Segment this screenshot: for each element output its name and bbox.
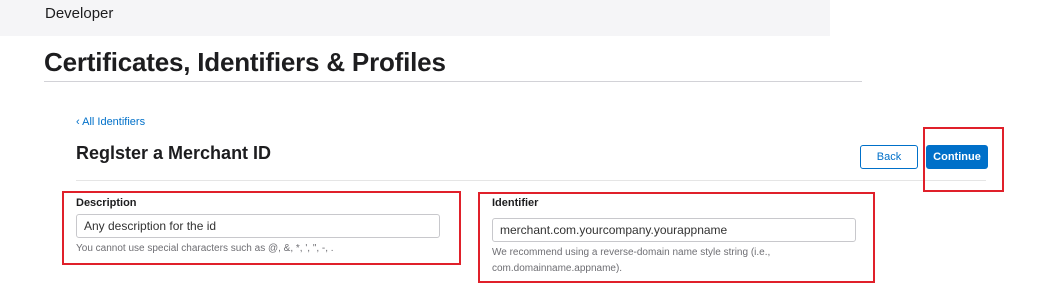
page-title: Certificates, Identifiers & Profiles [44,47,446,77]
global-nav-bar: Developer [0,0,830,36]
brand-label: Developer [45,5,114,22]
developer-home-link[interactable]: Developer [43,5,113,22]
description-help-text: You cannot use special characters such a… [76,243,334,254]
description-input[interactable] [76,214,440,238]
title-divider [44,81,862,82]
section-divider [76,180,986,181]
identifier-label: Identifier [492,197,539,209]
identifier-help-line-2: com.domainname.appname). [492,263,623,274]
continue-button[interactable]: Continue [926,145,988,169]
identifier-help-text: We recommend using a reverse-domain name… [492,245,770,277]
back-button[interactable]: Back [860,145,918,169]
section-title: Reglster a Merchant ID [76,143,272,163]
identifier-input[interactable] [492,218,856,242]
identifier-help-line-1: We recommend using a reverse-domain name… [492,247,771,258]
all-identifiers-breadcrumb[interactable]: ‹ All Identifiers [76,116,145,128]
description-label: Description [76,197,137,209]
